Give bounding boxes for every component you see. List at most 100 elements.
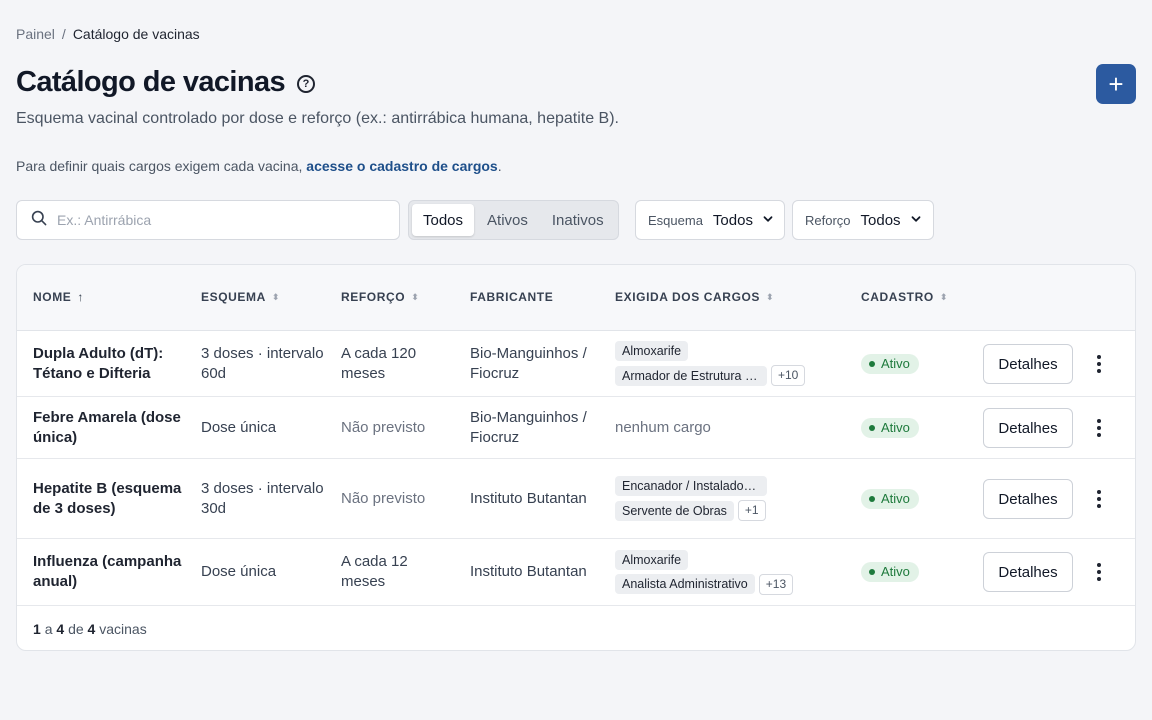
- reforco-dropdown-value: Todos: [860, 211, 901, 229]
- info-end: .: [497, 158, 502, 174]
- col-esquema-label: ESQUEMA: [201, 290, 266, 304]
- cargos-more-count[interactable]: +13: [758, 573, 794, 595]
- status-label: Ativo: [881, 419, 910, 435]
- title-row: Catálogo de vacinas ?: [16, 66, 316, 99]
- status-tab-todos[interactable]: Todos: [412, 204, 475, 236]
- page-de: de: [68, 621, 84, 637]
- details-button[interactable]: Detalhes: [983, 552, 1073, 592]
- search-input[interactable]: [57, 212, 377, 228]
- table-row: Hepatite B (esquema de 3 doses) 3 doses …: [17, 459, 1135, 539]
- esquema-dropdown-value: Todos: [712, 211, 753, 229]
- vaccine-status: Ativo: [861, 331, 961, 396]
- col-reforco-label: REFORÇO: [341, 290, 406, 304]
- breadcrumb-item-painel[interactable]: Painel: [16, 26, 55, 42]
- status-tab-ativos[interactable]: Ativos: [476, 204, 539, 236]
- search-icon: [31, 210, 47, 231]
- reforco-dropdown[interactable]: Reforço Todos: [792, 200, 934, 240]
- vaccine-cargos: Almoxarife Analista Administrativo +13: [615, 539, 855, 605]
- col-cargos[interactable]: EXIGIDA DOS CARGOS ⬍: [615, 290, 774, 304]
- vaccine-reforco: Não previsto: [341, 489, 426, 507]
- status-dot-icon: [869, 495, 875, 502]
- details-button[interactable]: Detalhes: [983, 344, 1073, 384]
- vaccine-status: Ativo: [861, 397, 961, 458]
- more-options-icon[interactable]: [1089, 416, 1109, 440]
- cargos-more-count[interactable]: +10: [771, 365, 806, 386]
- details-button[interactable]: Detalhes: [983, 408, 1073, 448]
- vaccine-cargos: Almoxarife Armador de Estrutura de Concr…: [615, 331, 855, 396]
- breadcrumb-item-current: Catálogo de vacinas: [72, 26, 200, 42]
- cargo-chip: Almoxarife: [615, 341, 689, 361]
- vaccine-reforco: A cada 12 meses: [341, 553, 408, 590]
- vaccine-name: Influenza (campanha anual): [33, 553, 182, 590]
- vaccine-cargos: Encanador / Instalador Hidráulico Serven…: [615, 459, 855, 538]
- esquema-dropdown[interactable]: Esquema Todos: [635, 200, 785, 240]
- cargos-more-count[interactable]: +1: [737, 500, 766, 521]
- status-dot-icon: [869, 569, 875, 575]
- vaccine-esquema: 3 doses · intervalo 60d: [201, 344, 324, 382]
- page-a: a: [44, 621, 53, 637]
- reforco-dropdown-label: Reforço: [805, 212, 851, 228]
- page-to: 4: [56, 621, 65, 637]
- status-dot-icon: [869, 424, 875, 431]
- help-icon[interactable]: ?: [297, 74, 316, 93]
- page-subtitle: Esquema vacinal controlado por dose e re…: [16, 110, 619, 127]
- vaccine-fabricante: Bio-Manguinhos / Fiocruz: [470, 344, 587, 382]
- chevron-down-icon: [763, 211, 773, 229]
- cargo-chip: Analista Administrativo: [615, 574, 755, 594]
- col-esquema[interactable]: ESQUEMA ⬍: [201, 290, 279, 304]
- vaccine-reforco: Não previsto: [341, 418, 426, 436]
- status-badge: Ativo: [861, 353, 919, 374]
- col-nome-label: NOME: [33, 290, 72, 304]
- sort-icon: ⬍: [766, 291, 774, 302]
- cargo-chip: Encanador / Instalador Hidráulico: [615, 476, 767, 496]
- cargo-chip: Almoxarife: [615, 549, 689, 570]
- status-tab-inativos[interactable]: Inativos: [541, 204, 615, 236]
- page-from: 1: [33, 621, 41, 637]
- details-button[interactable]: Detalhes: [983, 479, 1073, 519]
- more-options-icon[interactable]: [1089, 560, 1109, 584]
- col-cargos-label: EXIGIDA DOS CARGOS: [615, 290, 761, 304]
- col-fabricante: FABRICANTE: [470, 290, 553, 304]
- plus-icon: +: [1108, 69, 1124, 99]
- more-options-icon[interactable]: [1089, 352, 1109, 376]
- page-total: 4: [87, 621, 96, 637]
- status-dot-icon: [869, 360, 875, 367]
- vaccines-table: NOME ↑ ESQUEMA ⬍ REFORÇO ⬍ FABRICANTE EXIGI…: [16, 264, 1136, 651]
- col-fabricante-label: FABRICANTE: [470, 290, 554, 304]
- arrow-up-icon: ↑: [77, 290, 84, 304]
- vaccine-name: Febre Amarela (dose única): [33, 408, 181, 446]
- cargos-link[interactable]: acesse o cadastro de cargos: [306, 158, 497, 174]
- col-cadastro[interactable]: CADASTRO ⬍: [861, 290, 947, 304]
- status-badge: Ativo: [861, 488, 919, 509]
- pagination-summary: 1 a 4 de 4 vacinas: [33, 621, 147, 637]
- status-label: Ativo: [881, 564, 910, 579]
- col-reforco[interactable]: REFORÇO ⬍: [341, 290, 419, 304]
- status-badge: Ativo: [861, 562, 919, 582]
- info-text: Para definir quais cargos exigem cada va…: [16, 158, 303, 174]
- vaccine-cargos-empty: nenhum cargo: [615, 418, 711, 436]
- status-badge: Ativo: [861, 417, 919, 438]
- more-options-icon[interactable]: [1089, 487, 1109, 511]
- cargo-chip: Servente de Obras: [615, 500, 734, 521]
- breadcrumb-separator: /: [61, 26, 66, 42]
- vaccine-name: Dupla Adulto (dT): Tétano e Difteria: [33, 344, 164, 382]
- status-label: Ativo: [881, 355, 910, 371]
- vaccine-name: Hepatite B (esquema de 3 doses): [33, 479, 182, 517]
- status-filter: Todos Ativos Inativos: [408, 200, 619, 240]
- add-vaccine-button[interactable]: +: [1096, 64, 1136, 104]
- sort-icon: ⬍: [939, 291, 948, 302]
- vaccine-reforco: A cada 120 meses: [341, 344, 417, 382]
- page-unit: vacinas: [99, 621, 147, 637]
- search-box: [16, 200, 400, 240]
- table-row: Febre Amarela (dose única) Dose única Nã…: [17, 397, 1135, 459]
- info-line: Para definir quais cargos exigem cada va…: [16, 158, 502, 174]
- cargo-chip: Armador de Estrutura de Concreto: [615, 365, 767, 386]
- vaccine-esquema: Dose única: [201, 563, 277, 580]
- col-nome[interactable]: NOME ↑: [33, 290, 83, 304]
- status-label: Ativo: [881, 490, 910, 506]
- table-row: Influenza (campanha anual) Dose única A …: [17, 539, 1135, 606]
- col-cadastro-label: CADASTRO: [861, 290, 934, 304]
- vaccine-esquema: 3 doses · intervalo 30d: [201, 479, 324, 517]
- sort-icon: ⬍: [271, 291, 280, 302]
- vaccine-fabricante: Bio-Manguinhos / Fiocruz: [470, 408, 587, 446]
